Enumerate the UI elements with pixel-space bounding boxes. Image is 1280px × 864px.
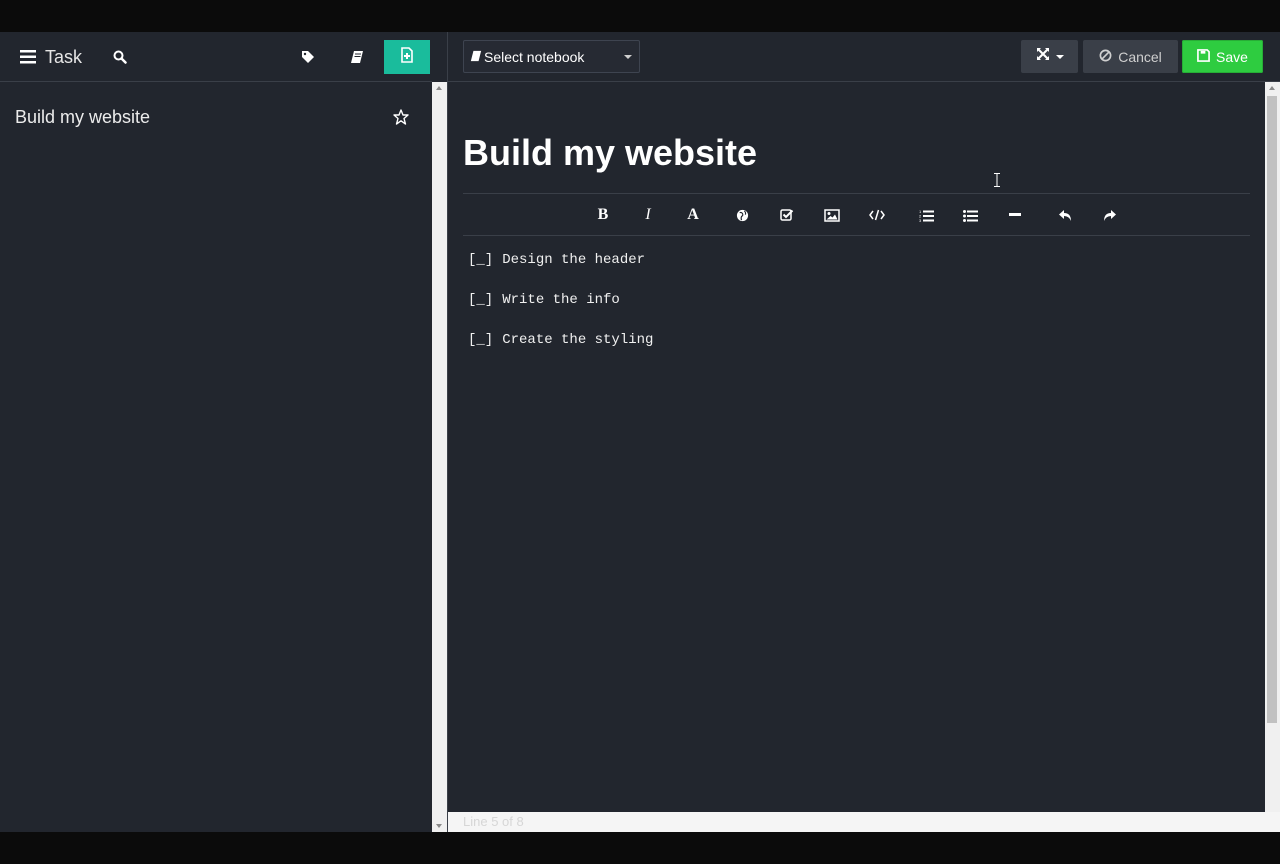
heading-icon[interactable]: A bbox=[682, 204, 704, 226]
code-icon[interactable] bbox=[866, 204, 888, 226]
new-note-icon bbox=[399, 46, 415, 68]
task-checkbox[interactable]: [_] bbox=[468, 292, 493, 308]
svg-text:3: 3 bbox=[919, 218, 922, 222]
floppy-disk-icon bbox=[1197, 48, 1210, 65]
editor-content[interactable]: [_] Design the header [_] Write the info… bbox=[468, 252, 653, 372]
save-button[interactable]: Save bbox=[1182, 40, 1263, 73]
cancel-button[interactable]: Cancel bbox=[1083, 40, 1178, 73]
search-icon[interactable] bbox=[110, 48, 130, 66]
note-title: Build my website bbox=[15, 107, 151, 127]
chevron-down-icon bbox=[624, 55, 632, 59]
status-bar: Line 5 of 8 bbox=[448, 812, 1280, 832]
app-title: Task bbox=[45, 47, 83, 67]
task-text: Create the styling bbox=[502, 332, 654, 348]
ordered-list-icon[interactable]: 123 bbox=[915, 204, 937, 226]
sidebar-header: Task bbox=[0, 32, 432, 82]
star-icon[interactable] bbox=[391, 108, 411, 126]
fullscreen-button[interactable] bbox=[1021, 40, 1078, 73]
redo-icon[interactable] bbox=[1098, 204, 1120, 226]
expand-icon bbox=[1036, 47, 1050, 66]
horizontal-rule-icon[interactable] bbox=[1004, 204, 1026, 226]
unordered-list-icon[interactable] bbox=[959, 204, 981, 226]
new-note-button[interactable] bbox=[384, 40, 430, 74]
editor-scrollbar[interactable] bbox=[1265, 82, 1280, 832]
status-text: Line 5 of 8 bbox=[463, 814, 524, 829]
notebook-select-value: Select notebook bbox=[484, 49, 585, 65]
scroll-up-arrow-icon[interactable] bbox=[436, 86, 442, 90]
undo-icon[interactable] bbox=[1054, 204, 1076, 226]
notebooks-icon[interactable] bbox=[347, 48, 367, 66]
task-checkbox[interactable]: [_] bbox=[468, 332, 493, 348]
task-line: [_] Create the styling bbox=[468, 332, 653, 372]
note-list-item[interactable]: Build my website bbox=[0, 82, 420, 152]
sidebar-scrollbar[interactable] bbox=[432, 82, 447, 832]
notebook-select[interactable]: Select notebook bbox=[463, 40, 640, 73]
scroll-down-arrow-icon[interactable] bbox=[436, 824, 442, 828]
text-cursor-icon bbox=[994, 173, 1000, 187]
cancel-label: Cancel bbox=[1118, 48, 1162, 65]
image-icon[interactable] bbox=[821, 204, 843, 226]
editor-pane: Select notebook Cancel Save Build my web… bbox=[448, 32, 1280, 832]
save-label: Save bbox=[1216, 48, 1248, 65]
tag-icon[interactable] bbox=[298, 48, 318, 66]
italic-icon[interactable]: I bbox=[637, 204, 659, 226]
sidebar: Task Build my website bbox=[0, 32, 432, 832]
editor-toolbar: B I A 123 bbox=[463, 194, 1250, 236]
task-line: [_] Design the header bbox=[468, 252, 653, 292]
task-checkbox[interactable]: [_] bbox=[468, 252, 493, 268]
ban-icon bbox=[1099, 49, 1112, 65]
app-window: Task Build my website Select notebook Ca… bbox=[0, 32, 1280, 832]
notebook-icon bbox=[470, 49, 482, 65]
scrollbar-thumb[interactable] bbox=[1267, 96, 1277, 723]
chevron-down-icon bbox=[1055, 54, 1064, 59]
editor-header: Select notebook Cancel Save bbox=[448, 32, 1280, 82]
task-text: Design the header bbox=[502, 252, 646, 268]
task-text: Write the info bbox=[502, 292, 620, 308]
scroll-up-arrow-icon[interactable] bbox=[1269, 86, 1275, 90]
globe-icon[interactable] bbox=[731, 204, 753, 226]
task-line: [_] Write the info bbox=[468, 292, 653, 332]
document-title[interactable]: Build my website bbox=[463, 132, 757, 174]
bold-icon[interactable]: B bbox=[592, 204, 614, 226]
menu-icon[interactable] bbox=[18, 48, 38, 66]
checkbox-icon[interactable] bbox=[776, 204, 798, 226]
